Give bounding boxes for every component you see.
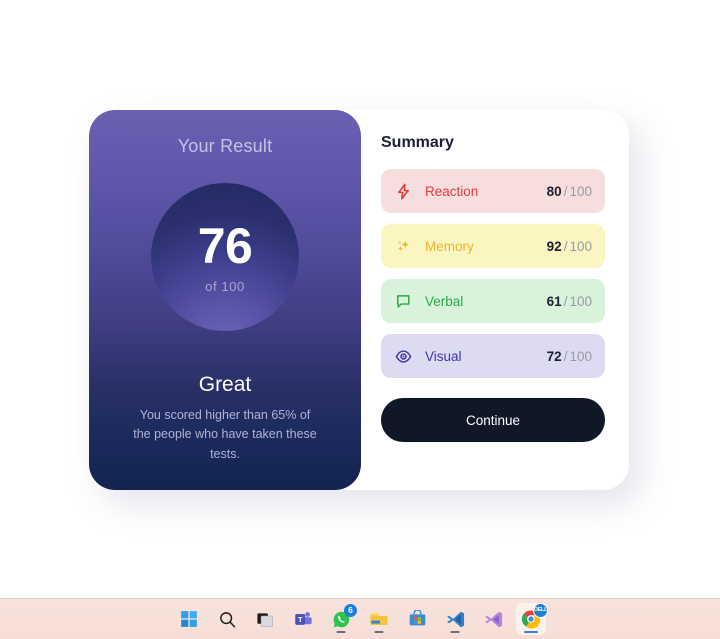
vs-code-icon [446,611,464,627]
results-card: Your Result 76 of 100 Great You scored h… [89,110,629,490]
summary-row-verbal[interactable]: Verbal 61/100 [381,279,605,323]
summary-row-value: 72 [546,348,562,364]
summary-row-label: Visual [425,348,462,364]
summary-row-memory[interactable]: Memory 92/100 [381,224,605,268]
score-out-of: of 100 [205,278,245,294]
microsoft-teams-button[interactable]: T [288,603,318,635]
score-rank: Great [198,373,252,396]
summary-row-score: 92/100 [547,239,592,254]
file-explorer-icon [370,612,388,625]
browser-viewport: Your Result 76 of 100 Great You scored h… [0,0,720,598]
start-button[interactable] [174,603,204,635]
task-view-icon [256,612,273,627]
vs-code-button[interactable] [440,603,470,635]
whatsapp-badge: 6 [344,604,357,617]
windows-taskbar: T 6 DELL [0,598,720,639]
summary-row-total: 100 [569,348,592,364]
summary-row-value: 80 [546,183,562,199]
file-explorer-running-indicator [374,630,384,633]
speech-bubble-icon [395,293,412,310]
visual-studio-icon [484,611,502,627]
vs-code-running-indicator [450,630,460,633]
task-view-button[interactable] [250,603,280,635]
summary-row-value: 92 [546,238,562,254]
lightning-bolt-icon [395,183,412,200]
summary-row-score: 72/100 [547,349,592,364]
summary-row-score: 80/100 [547,184,592,199]
microsoft-store-icon [409,609,425,625]
summary-row-visual[interactable]: Visual 72/100 [381,334,605,378]
sparkles-icon [395,238,412,255]
whatsapp-running-indicator [336,630,346,633]
summary-row-total: 100 [569,238,592,254]
search-icon [219,611,235,627]
google-chrome-button[interactable]: DELL [516,603,548,635]
summary-row-total: 100 [569,183,592,199]
chrome-running-indicator [524,630,538,633]
summary-row-value: 61 [546,293,562,309]
dell-badge: DELL [533,603,548,618]
score-description: You scored higher than 65% of the people… [133,408,317,461]
file-explorer-button[interactable] [364,603,394,635]
windows-logo-icon [180,610,197,627]
summary-title: Summary [381,134,454,151]
score-panel-title: Your Result [177,136,273,156]
score-circle: 76 of 100 [151,183,299,331]
summary-row-total: 100 [569,293,592,309]
whatsapp-button[interactable]: 6 [326,603,357,635]
summary-row-label: Memory [425,238,474,254]
summary-row-score: 61/100 [547,294,592,309]
summary-row-list: Reaction 80/100 Memory 92/100 Verbal 61 … [381,169,605,378]
search-button[interactable] [212,603,242,635]
microsoft-store-button[interactable] [402,603,432,635]
summary-row-reaction[interactable]: Reaction 80/100 [381,169,605,213]
teams-icon: T [294,611,312,625]
continue-button[interactable]: Continue [381,398,605,442]
score-value: 76 [197,217,253,274]
svg-text:T: T [297,614,302,623]
summary-row-label: Verbal [425,293,464,309]
score-panel: Your Result 76 of 100 Great You scored h… [89,110,361,490]
summary-row-label: Reaction [425,183,479,199]
visual-studio-button[interactable] [478,603,508,635]
summary-panel: Summary Reaction 80/100 Memory 92 / 100 … [361,110,629,490]
eye-icon [395,348,412,365]
